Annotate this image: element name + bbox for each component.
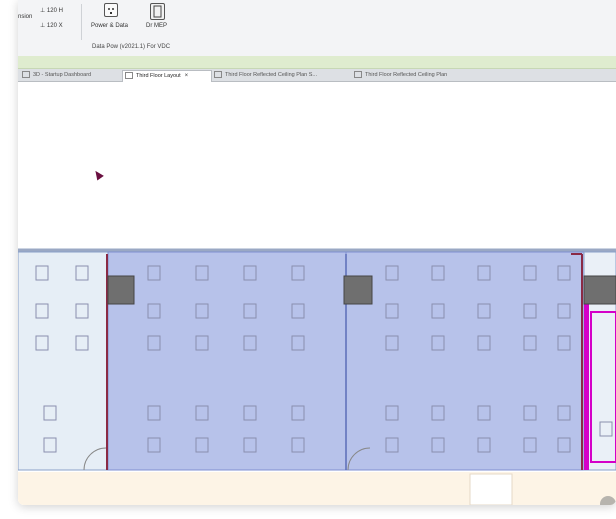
magenta-partition xyxy=(584,302,589,470)
app-window: nsion ⊥ 120 H ⊥ 120 X Power & Data Dr ME… xyxy=(18,0,616,505)
mep-button[interactable]: Dr MEP xyxy=(140,3,174,41)
corridor-white-panel xyxy=(469,473,513,505)
mep-label: Dr MEP xyxy=(146,23,167,29)
tab-third-floor-layout[interactable]: Third Floor Layout × xyxy=(122,70,212,82)
view-tabs: 3D - Startup Dashboard Third Floor Layou… xyxy=(18,69,616,82)
mep-icon xyxy=(150,3,165,20)
ribbon-label-partial: nsion xyxy=(18,14,33,20)
view-3d-icon xyxy=(22,71,30,79)
dimension-icon: ⊥ xyxy=(40,8,46,14)
ribbon-small-item-2[interactable]: ⊥ 120 X xyxy=(40,22,63,29)
tab-startup-dashboard[interactable]: 3D - Startup Dashboard xyxy=(20,70,118,81)
structural-column xyxy=(583,275,616,305)
ribbon: nsion ⊥ 120 H ⊥ 120 X Power & Data Dr ME… xyxy=(18,0,616,57)
room-center xyxy=(107,251,347,471)
tab-rcp[interactable]: Third Floor Reflected Ceiling Plan xyxy=(352,70,484,81)
ceiling-plan-icon xyxy=(214,71,222,79)
structural-column xyxy=(343,275,373,305)
power-data-icon xyxy=(104,3,118,17)
power-data-label: Power & Data xyxy=(91,23,129,29)
power-data-button[interactable]: Power & Data xyxy=(88,3,136,41)
structural-column xyxy=(107,275,135,305)
tab-rcp-short[interactable]: Third Floor Reflected Ceiling Plan S... xyxy=(212,70,342,81)
ribbon-separator xyxy=(81,4,82,40)
drawing-canvas[interactable] xyxy=(18,82,616,505)
close-icon[interactable]: × xyxy=(185,73,189,79)
ribbon-panel-caption: Data Pow (v2021.1) For VDC xyxy=(92,44,171,50)
ceiling-plan-icon xyxy=(354,71,362,79)
floor-plan-icon xyxy=(125,72,133,80)
ribbon-status-strip xyxy=(18,56,616,69)
corridor-area xyxy=(18,472,616,505)
room-right xyxy=(345,251,585,471)
ribbon-small-item-1[interactable]: ⊥ 120 H xyxy=(40,7,63,14)
dimension-icon: ⊥ xyxy=(40,23,46,29)
floor-plan xyxy=(18,248,616,505)
room-left xyxy=(18,251,109,471)
